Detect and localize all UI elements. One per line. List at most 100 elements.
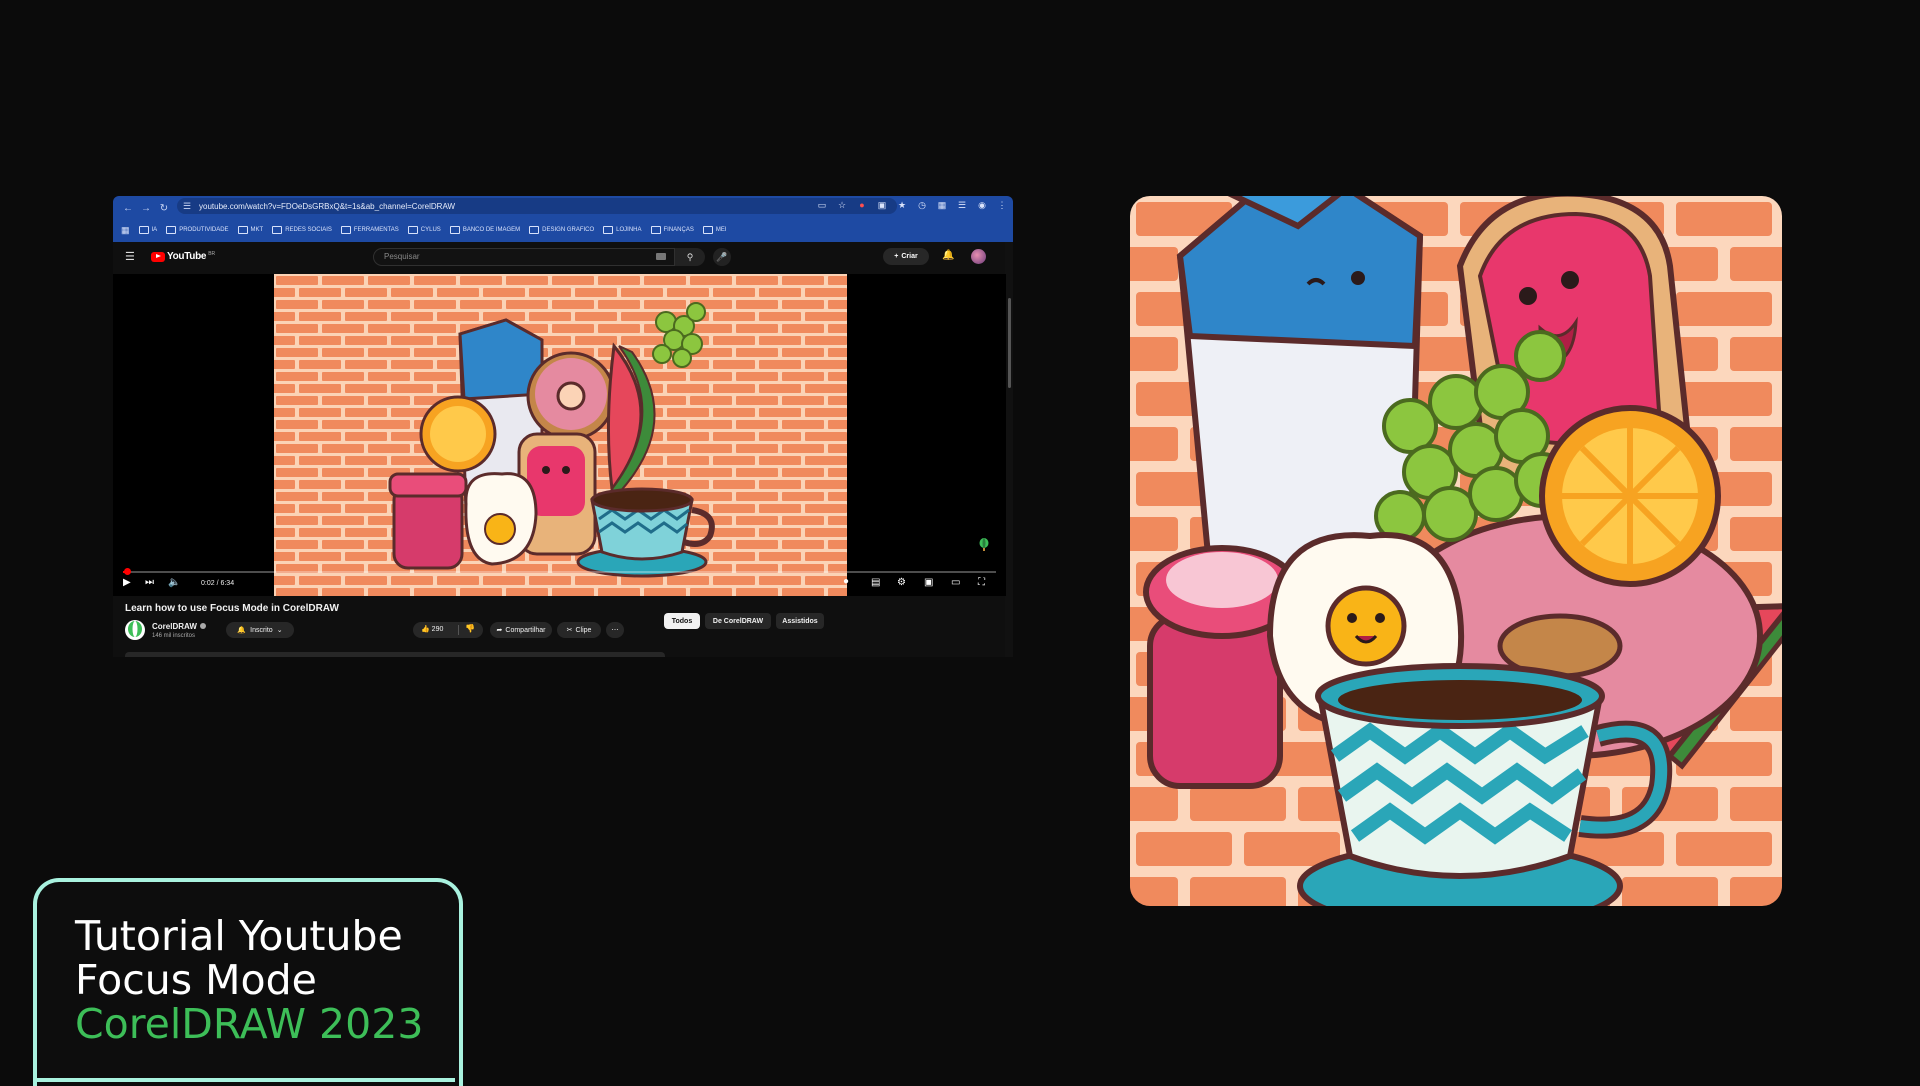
browser-window: ← → ↻ ☰ youtube.com/watch?v=FDOeDsGRBxQ&…: [113, 196, 1013, 657]
like-dislike-group: 👍 290 👎: [413, 622, 483, 638]
subscriber-count: 146 mil inscritos: [152, 633, 196, 639]
browser-toolbar: ← → ↻ ☰ youtube.com/watch?v=FDOeDsGRBxQ&…: [113, 196, 1013, 242]
forward-icon[interactable]: →: [139, 202, 153, 216]
mic-icon: 🎤: [716, 252, 728, 262]
miniplayer-icon[interactable]: ▣: [924, 577, 933, 588]
folder-icon: [407, 226, 418, 234]
site-info-icon[interactable]: ☰: [183, 201, 193, 212]
coreldraw-balloon-icon: [979, 538, 989, 551]
next-icon[interactable]: ⏭: [145, 577, 154, 588]
volume-icon[interactable]: 🔈: [168, 577, 180, 588]
scissors-icon: ✂: [566, 627, 573, 634]
more-horiz-icon: ⋯: [611, 627, 619, 634]
play-icon[interactable]: ▶: [123, 577, 131, 588]
channel-avatar[interactable]: [125, 620, 145, 640]
bookmark-folder[interactable]: IA: [138, 226, 157, 234]
more-vert-icon[interactable]: ⋮: [997, 200, 1007, 211]
verified-icon: [199, 623, 206, 629]
folder-icon: [702, 226, 713, 234]
thumbs-up-icon: 👍: [421, 626, 430, 633]
chip-all[interactable]: Todos: [664, 613, 700, 629]
extension-icon[interactable]: ▣: [877, 200, 887, 211]
bookmark-star-icon[interactable]: ☆: [837, 200, 847, 211]
bookmark-folder[interactable]: REDES SOCIAIS: [272, 226, 332, 234]
title-line-3: CorelDRAW 2023: [75, 1000, 424, 1048]
bookmarks-bar: ▦ IA PRODUTIVIDADE MKT REDES SOCIAIS FER…: [113, 221, 1013, 239]
notifications-bell-icon[interactable]: 🔔: [942, 250, 954, 261]
scrollbar[interactable]: [1005, 242, 1013, 657]
bookmark-folder[interactable]: CYLUS: [407, 226, 441, 234]
bookmark-folder[interactable]: PRODUTIVIDADE: [166, 226, 229, 234]
progress-scrubber[interactable]: [124, 568, 132, 575]
folder-icon: [237, 226, 248, 234]
scrollbar-thumb[interactable]: [1008, 298, 1011, 388]
favorites-icon[interactable]: ★: [897, 200, 907, 211]
video-thumbnail-illustration: [274, 274, 847, 596]
bookmark-folder[interactable]: MEI: [702, 226, 727, 234]
bookmark-folder[interactable]: BANCO DE IMAGEM: [449, 226, 520, 234]
extension-red-icon[interactable]: ●: [857, 200, 867, 211]
back-icon[interactable]: ←: [121, 202, 135, 216]
video-frame[interactable]: [274, 274, 847, 596]
bookmark-folder[interactable]: LOJINHA: [603, 226, 642, 234]
youtube-play-icon: [151, 251, 165, 262]
url-text: youtube.com/watch?v=FDOeDsGRBxQ&t=1s&ab_…: [199, 201, 456, 211]
subscribed-button[interactable]: 🔔 Inscrito ⌄: [226, 622, 294, 638]
folder-icon: [138, 226, 149, 234]
theater-mode-icon[interactable]: ▭: [951, 577, 960, 588]
fullscreen-icon[interactable]: ⛶: [978, 577, 985, 588]
share-icon: ➦: [496, 627, 503, 634]
folder-icon: [166, 226, 177, 234]
channel-name[interactable]: CorelDRAW: [152, 622, 206, 631]
voice-search-button[interactable]: 🎤: [713, 248, 731, 266]
settings-gear-icon[interactable]: ⚙: [897, 577, 906, 588]
translate-icon[interactable]: ▦: [937, 200, 947, 211]
keyboard-icon[interactable]: [656, 253, 666, 260]
bookmark-folder[interactable]: DESIGN GRAFICO: [529, 226, 594, 234]
history-icon[interactable]: ◷: [917, 200, 927, 211]
address-bar[interactable]: ☰ youtube.com/watch?v=FDOeDsGRBxQ&t=1s&a…: [177, 198, 897, 214]
title-line-1: Tutorial Youtube: [75, 912, 403, 960]
coreldraw-logo-icon: [128, 621, 142, 637]
install-icon[interactable]: ▭: [817, 200, 827, 211]
dislike-button[interactable]: 👎: [465, 624, 475, 633]
profile-icon[interactable]: ◉: [977, 200, 987, 211]
hamburger-menu-icon[interactable]: ☰: [125, 250, 135, 263]
clip-button[interactable]: ✂ Clipe: [557, 622, 601, 638]
chip-from-channel[interactable]: De CorelDRAW: [705, 613, 771, 629]
create-button[interactable]: + Criar: [883, 248, 929, 265]
chip-watched[interactable]: Assistidos: [776, 613, 824, 629]
search-input[interactable]: Pesquisar: [373, 248, 675, 266]
share-button[interactable]: ➦ Compartilhar: [490, 622, 552, 638]
folder-icon: [529, 226, 540, 234]
progress-bar[interactable]: [123, 568, 996, 575]
reload-icon[interactable]: ↻: [157, 202, 171, 216]
title-card: Tutorial Youtube Focus Mode CorelDRAW 20…: [33, 878, 463, 1086]
description-box[interactable]: [125, 652, 665, 657]
search-button[interactable]: ⚲: [675, 248, 705, 266]
player-controls: ▶ ⏭ 🔈 0:02 / 6:34 ● ▤ ⚙ ▣ ▭ ⛶: [113, 576, 1006, 593]
channel-row: CorelDRAW 146 mil inscritos 🔔 Inscrito ⌄ 👍…: [125, 620, 1005, 644]
folder-icon: [603, 226, 614, 234]
thumbs-down-icon: 👎: [465, 624, 475, 633]
like-button[interactable]: 👍 290: [421, 625, 443, 633]
autoplay-toggle[interactable]: ●: [843, 576, 849, 587]
video-player[interactable]: ▶ ⏭ 🔈 0:02 / 6:34 ● ▤ ⚙ ▣ ▭ ⛶: [113, 274, 1006, 596]
bookmark-folder[interactable]: FERRAMENTAS: [340, 226, 399, 234]
bookmark-folder[interactable]: FINANÇAS: [650, 226, 694, 234]
subtitles-icon[interactable]: ▤: [871, 577, 880, 588]
video-title: Learn how to use Focus Mode in CorelDRAW: [125, 603, 339, 614]
folder-icon: [340, 226, 351, 234]
title-card-base-line: [33, 1078, 455, 1082]
apps-grid-icon[interactable]: ▦: [121, 225, 130, 236]
menu-icon[interactable]: ☰: [957, 200, 967, 211]
youtube-logo[interactable]: YouTube BR: [151, 251, 215, 262]
breakfast-illustration: [1130, 196, 1782, 906]
account-avatar[interactable]: [971, 249, 986, 264]
folder-icon: [449, 226, 460, 234]
youtube-header: ☰ YouTube BR Pesquisar ⚲ 🎤 + Criar 🔔: [113, 242, 1013, 270]
divider: [458, 625, 459, 635]
bookmark-folder[interactable]: MKT: [237, 226, 263, 234]
title-line-2: Focus Mode: [75, 956, 317, 1004]
more-actions-button[interactable]: ⋯: [606, 622, 624, 638]
